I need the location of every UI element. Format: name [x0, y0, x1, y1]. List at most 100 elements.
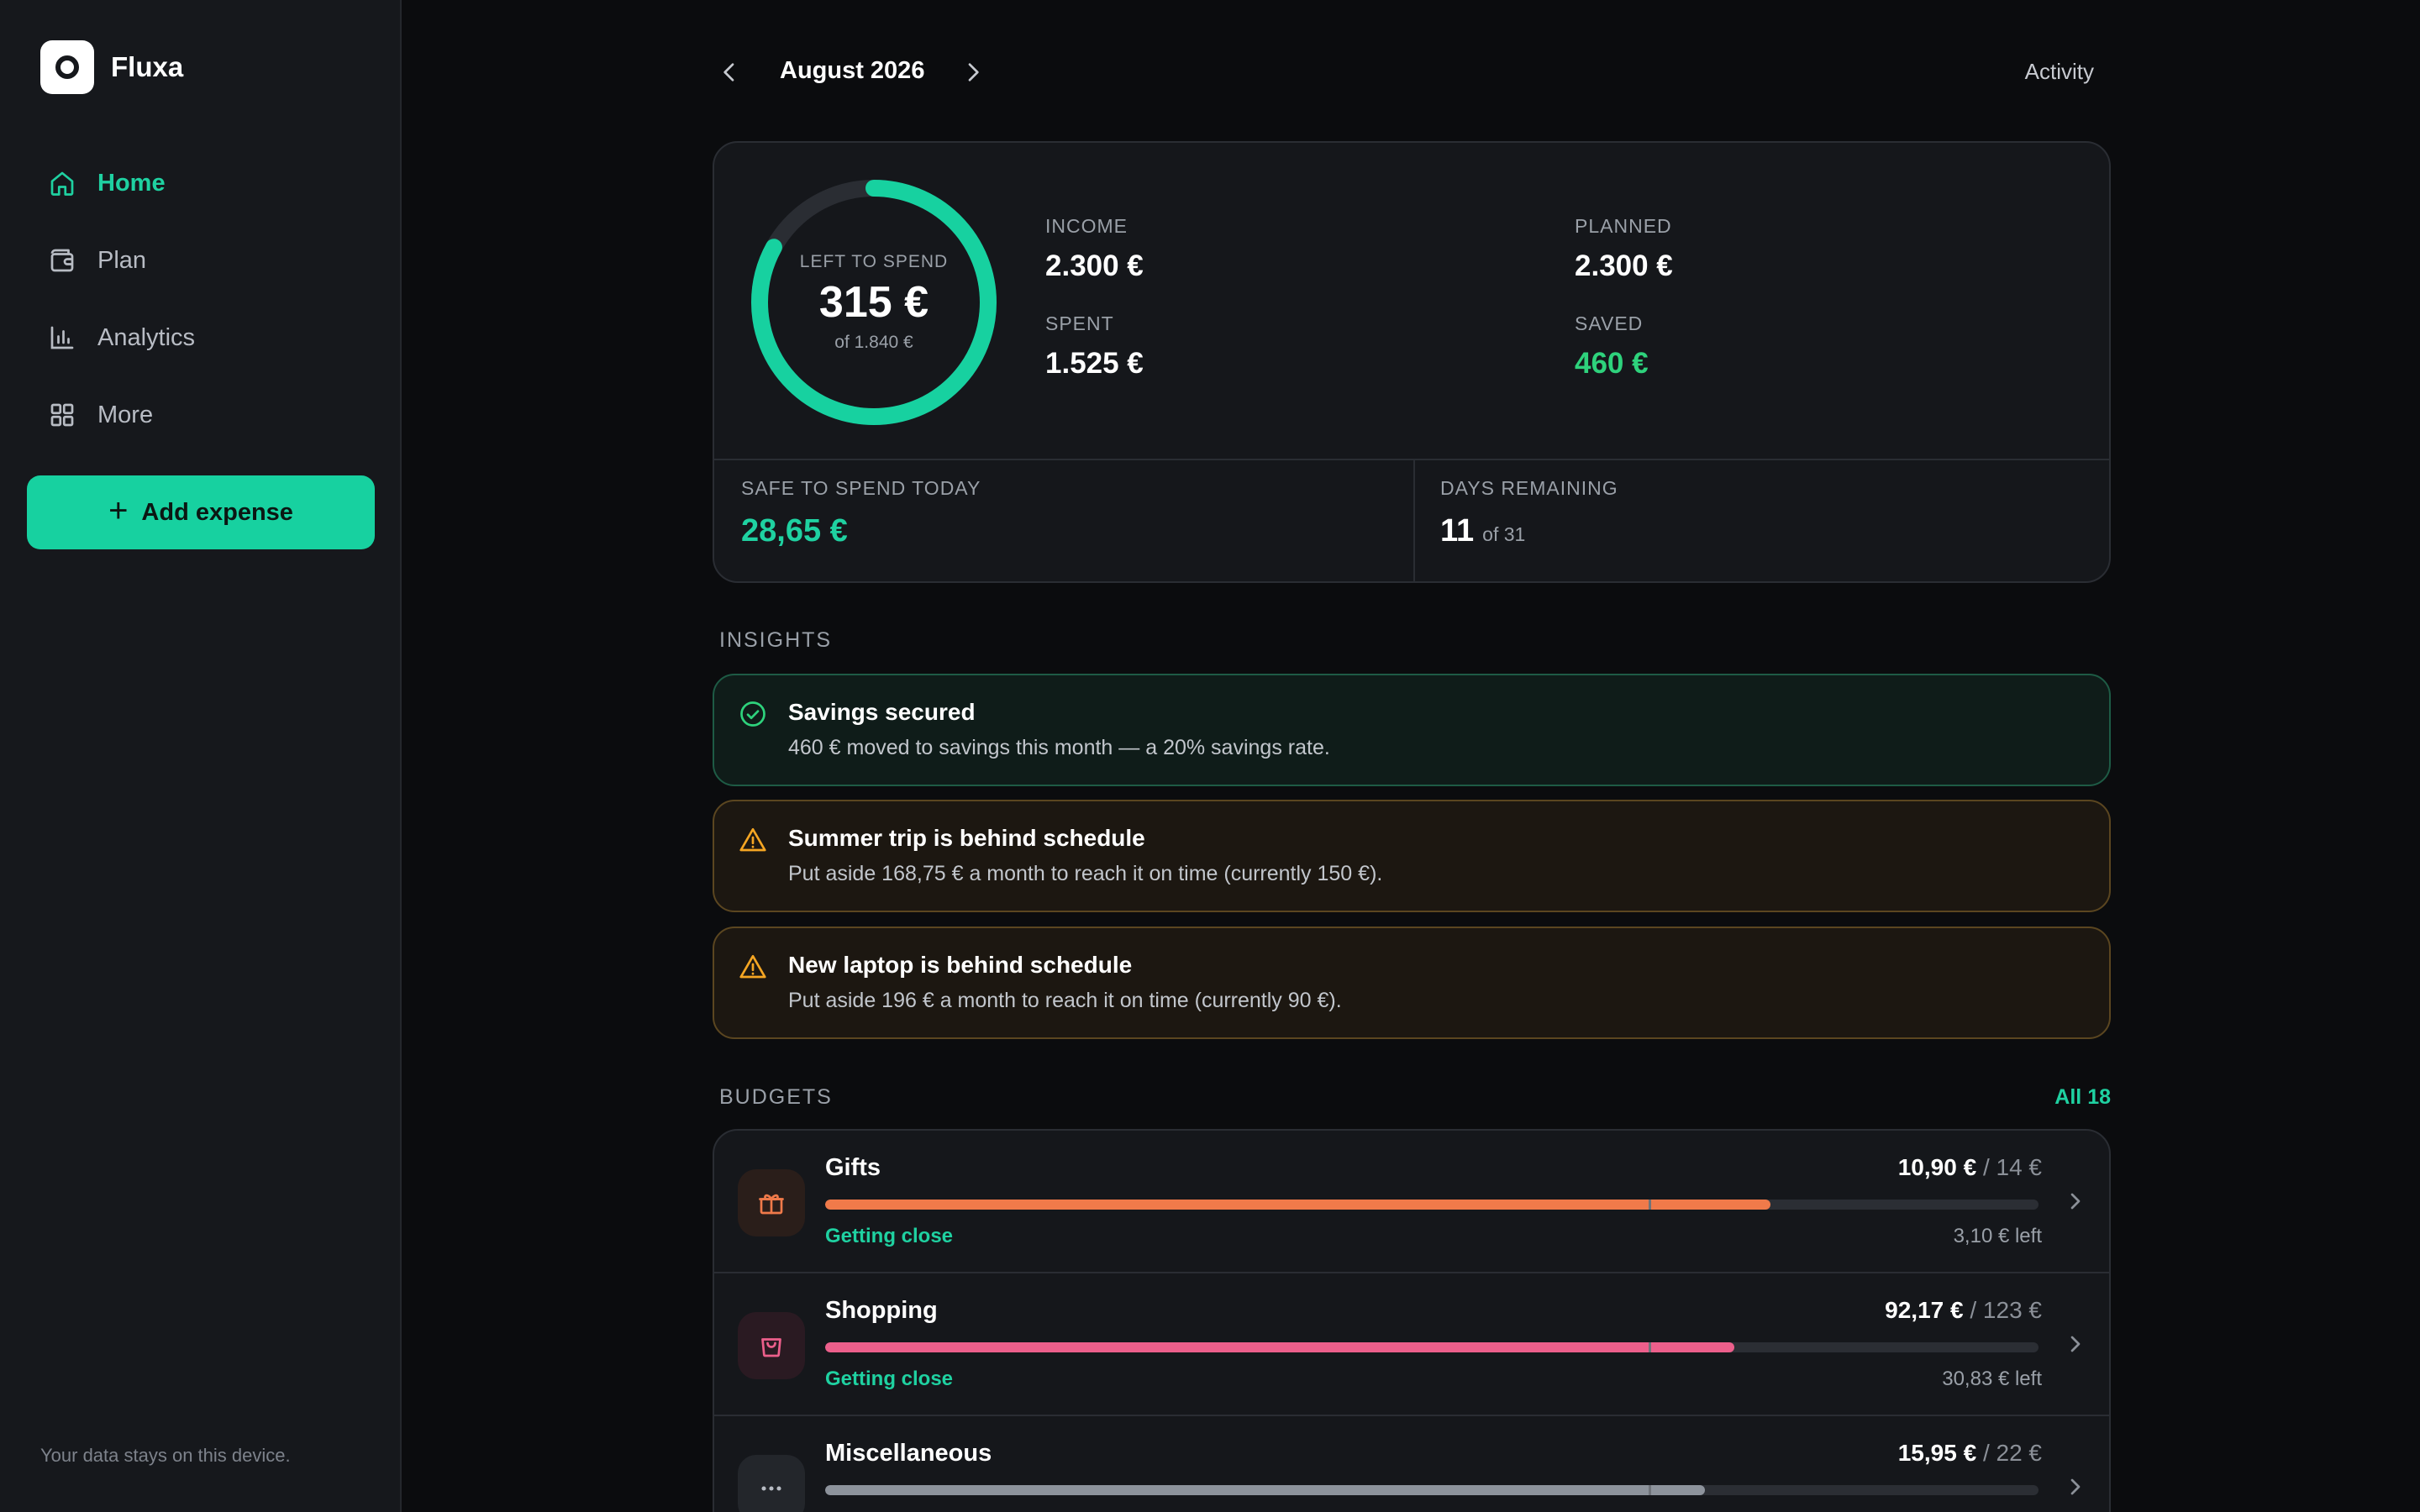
- sidebar-nav: Home Plan Analytics More: [27, 144, 375, 454]
- budget-progress-track: [825, 1200, 2039, 1210]
- sidebar: Fluxa Home Plan Analytics More + Add exp…: [0, 0, 402, 1512]
- budget-progress-fill: [825, 1485, 1705, 1495]
- sidebar-item-analytics[interactable]: Analytics: [27, 299, 375, 376]
- shopping-bag-icon: [761, 1338, 781, 1357]
- sidebar-item-label: Plan: [97, 246, 147, 274]
- budget-row-miscellaneous[interactable]: Miscellaneous 15,95 € / 22 €: [714, 1416, 2109, 1512]
- insight-text: Put aside 168,75 € a month to reach it o…: [788, 862, 1383, 885]
- days-remaining-value: 11 of 31: [1440, 513, 1618, 549]
- planned-value: 2.300 €: [1575, 249, 1673, 282]
- warning-icon: [739, 827, 766, 852]
- budget-list: Gifts 10,90 € / 14 € Getting close 3,10 …: [713, 1129, 2111, 1512]
- sidebar-item-home[interactable]: Home: [27, 144, 375, 222]
- pace-marker: [1649, 1200, 1651, 1210]
- bar-chart-icon: [47, 323, 77, 353]
- sidebar-item-label: More: [97, 401, 154, 428]
- insight-text: Put aside 196 € a month to reach it on t…: [788, 989, 1342, 1012]
- budget-total: / 14 €: [1982, 1154, 2042, 1180]
- budget-icon-wrap: [738, 1312, 805, 1379]
- ring-label: LEFT TO SPEND: [799, 252, 949, 271]
- chevron-right-icon: [2070, 1193, 2081, 1210]
- budget-progress-fill: [825, 1342, 1734, 1352]
- budget-spent: 15,95 €: [1897, 1440, 1977, 1466]
- summary-divider-vertical: [1413, 460, 1415, 581]
- days-total: of 31: [1482, 523, 1526, 545]
- plus-icon: +: [108, 491, 129, 529]
- budget-progress-fill: [825, 1200, 1770, 1210]
- budget-status: Getting close: [825, 1225, 954, 1247]
- days-remaining-number: 11: [1440, 513, 1475, 549]
- app-root: Fluxa Home Plan Analytics More + Add exp…: [0, 0, 2420, 1512]
- budget-total: / 22 €: [1982, 1440, 2042, 1466]
- spent-value: 1.525 €: [1045, 347, 1144, 380]
- month-label: August 2026: [780, 57, 925, 84]
- summary-card: LEFT TO SPEND 315 € of 1.840 € INCOME 2.…: [713, 141, 2111, 583]
- chevron-left-icon: [723, 63, 734, 81]
- saved-value: 460 €: [1575, 347, 1649, 380]
- income-label: INCOME: [1045, 215, 1128, 237]
- left-to-spend-value: 315 €: [818, 278, 929, 327]
- saved-stat: SAVED 460 €: [1575, 312, 1649, 381]
- sidebar-item-plan[interactable]: Plan: [27, 222, 375, 299]
- days-remaining-stat: DAYS REMAINING 11 of 31: [1440, 477, 1618, 549]
- sidebar-item-label: Home: [97, 169, 166, 197]
- prev-month-button[interactable]: [713, 55, 746, 89]
- budget-progress-track: [825, 1342, 2039, 1352]
- budget-left: 30,83 € left: [1942, 1368, 2042, 1390]
- safe-to-spend-value: 28,65 €: [741, 513, 848, 549]
- income-value: 2.300 €: [1045, 249, 1144, 282]
- income-stat: INCOME 2.300 €: [1045, 215, 1144, 283]
- budget-amount: 92,17 € / 123 €: [1885, 1297, 2042, 1324]
- chevron-right-icon: [2070, 1336, 2081, 1352]
- budget-progress-track: [825, 1485, 2039, 1495]
- budget-spent: 92,17 €: [1885, 1297, 1964, 1323]
- budget-name: Miscellaneous: [825, 1440, 992, 1467]
- planned-stat: PLANNED 2.300 €: [1575, 215, 1673, 283]
- budget-spent: 10,90 €: [1897, 1154, 1977, 1180]
- app-name: Fluxa: [111, 51, 184, 82]
- budget-icon-wrap: [738, 1169, 805, 1236]
- insight-title: Summer trip is behind schedule: [788, 825, 1145, 851]
- summary-divider: [714, 459, 2109, 460]
- budget-left: 3,10 € left: [1953, 1225, 2042, 1247]
- insight-title: Savings secured: [788, 699, 976, 725]
- grid-icon: [47, 400, 77, 430]
- safe-to-spend-stat: SAFE TO SPEND TODAY 28,65 €: [741, 477, 981, 549]
- budget-name: Shopping: [825, 1297, 938, 1324]
- more-dots-icon: [761, 1486, 781, 1491]
- pace-marker: [1649, 1485, 1651, 1495]
- next-month-button[interactable]: [956, 55, 990, 89]
- check-circle-icon: [740, 701, 765, 727]
- add-expense-label: Add expense: [141, 498, 293, 526]
- brand[interactable]: Fluxa: [40, 40, 183, 94]
- home-icon: [47, 168, 77, 198]
- insight-savings-secured[interactable]: Savings secured 460 € moved to savings t…: [713, 674, 2111, 786]
- budget-row-shopping[interactable]: Shopping 92,17 € / 123 € Getting close 3…: [714, 1273, 2109, 1416]
- budget-row-gifts[interactable]: Gifts 10,90 € / 14 € Getting close 3,10 …: [714, 1131, 2109, 1273]
- insight-summer-trip[interactable]: Summer trip is behind schedule Put aside…: [713, 800, 2111, 912]
- budget-amount: 10,90 € / 14 €: [1898, 1154, 2042, 1181]
- sidebar-item-more[interactable]: More: [27, 376, 375, 454]
- saved-label: SAVED: [1575, 312, 1644, 334]
- ring-center: LEFT TO SPEND 315 € of 1.840 €: [748, 176, 1000, 428]
- budget-amount: 15,95 € / 22 €: [1898, 1440, 2042, 1467]
- wallet-icon: [47, 245, 77, 276]
- budget-name: Gifts: [825, 1154, 881, 1181]
- chevron-right-icon: [2070, 1478, 2081, 1495]
- pace-marker: [1649, 1342, 1651, 1352]
- insights-title: INSIGHTS: [719, 628, 833, 652]
- add-expense-button[interactable]: + Add expense: [27, 475, 375, 549]
- activity-link[interactable]: Activity: [2025, 59, 2094, 85]
- days-remaining-label: DAYS REMAINING: [1440, 477, 1618, 499]
- logo-icon: [40, 40, 94, 94]
- budget-total: / 123 €: [1970, 1297, 2042, 1323]
- insight-text: 460 € moved to savings this month — a 20…: [788, 736, 1330, 759]
- ring-sub: of 1.840 €: [834, 333, 913, 352]
- spent-label: SPENT: [1045, 312, 1114, 334]
- safe-to-spend-label: SAFE TO SPEND TODAY: [741, 477, 981, 499]
- all-budgets-link[interactable]: All 18: [2054, 1085, 2111, 1110]
- spent-stat: SPENT 1.525 €: [1045, 312, 1144, 381]
- planned-label: PLANNED: [1575, 215, 1672, 237]
- insight-new-laptop[interactable]: New laptop is behind schedule Put aside …: [713, 927, 2111, 1039]
- insight-title: New laptop is behind schedule: [788, 952, 1133, 978]
